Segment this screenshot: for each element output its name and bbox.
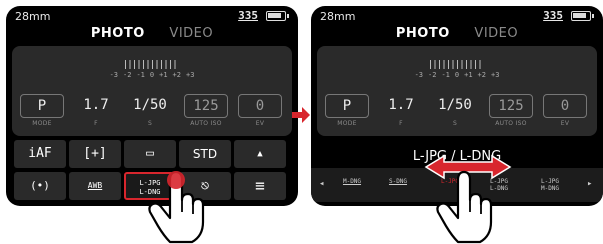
af-mode-button[interactable]: iAF (14, 140, 66, 168)
format-option[interactable]: L-JPG M-DNG (537, 178, 563, 192)
param-label: F (399, 120, 403, 127)
param-value: 1.7 (83, 97, 109, 113)
exposure-panel: -3 -2 -1 0 +1 +2 +3 P MODE 1.7 F 1/50 S 125… (317, 46, 597, 136)
metering-button[interactable]: (•) (14, 172, 66, 200)
param-label: EV (255, 120, 265, 127)
focal-length: 28mm (320, 10, 356, 23)
param-shutter[interactable]: 1/50 S (433, 94, 477, 127)
format-option[interactable]: M-DNG (337, 178, 367, 185)
param-label: AUTO ISO (495, 120, 527, 127)
mode-tabs: PHOTO VIDEO (6, 26, 298, 41)
param-value: 1/50 (438, 97, 472, 113)
tab-photo[interactable]: PHOTO (396, 26, 450, 41)
param-label: F (94, 120, 98, 127)
mode-tabs: PHOTO VIDEO (311, 26, 603, 41)
battery-icon (266, 11, 289, 21)
param-value: 125 (184, 94, 228, 118)
ev-tick-label: -2 (123, 71, 132, 79)
remaining-shots: 335 (238, 9, 258, 22)
format-option[interactable]: S-DNG (383, 178, 413, 185)
menu-button[interactable]: ≡ (234, 172, 286, 200)
param-ev[interactable]: 0 EV (543, 94, 587, 127)
status-bar: 28mm 335 (6, 6, 298, 28)
ev-tick-label: -1 (136, 71, 145, 79)
white-balance-button[interactable]: AWB (69, 172, 121, 200)
ev-ticks (430, 60, 484, 69)
ev-tick-label: +2 (477, 71, 486, 79)
param-label: EV (560, 120, 570, 127)
tab-photo[interactable]: PHOTO (91, 26, 145, 41)
chevron-left-icon[interactable]: ◂ (319, 179, 324, 189)
param-label: MODE (337, 120, 357, 127)
param-label: MODE (32, 120, 52, 127)
ev-tick-label: +1 (159, 71, 168, 79)
param-ev[interactable]: 0 EV (238, 94, 282, 127)
param-value: 125 (489, 94, 533, 118)
ev-tick-label: 0 (149, 71, 155, 79)
ev-tick-label: +1 (464, 71, 473, 79)
ev-tick-label: +3 (490, 71, 500, 79)
param-label: AUTO ISO (190, 120, 222, 127)
ev-tick-label: -2 (428, 71, 437, 79)
remaining-shots: 335 (543, 9, 563, 22)
af-field-button[interactable]: [+] (69, 140, 121, 168)
ev-tick-label: +2 (172, 71, 181, 79)
tab-video[interactable]: VIDEO (169, 26, 213, 41)
ev-tick-label: -3 (414, 71, 424, 79)
ev-tick-label: -3 (109, 71, 119, 79)
ev-tick-label: 0 (454, 71, 460, 79)
param-iso[interactable]: 125 AUTO ISO (489, 94, 533, 127)
ev-scale: -3 -2 -1 0 +1 +2 +3 (12, 60, 292, 79)
param-label: S (147, 120, 153, 127)
battery-icon (571, 11, 594, 21)
param-value: P (325, 94, 369, 118)
param-value: 0 (238, 94, 282, 118)
param-mode[interactable]: P MODE (325, 94, 369, 127)
film-style-button[interactable]: STD (179, 140, 231, 168)
param-value: 0 (543, 94, 587, 118)
ev-scale: -3 -2 -1 0 +1 +2 +3 (317, 60, 597, 79)
chevron-right-icon[interactable]: ▸ (587, 179, 592, 189)
drive-mode-button[interactable]: ▭ (124, 140, 176, 168)
ev-ticks (125, 60, 179, 69)
focal-length: 28mm (15, 10, 51, 23)
param-aperture[interactable]: 1.7 F (74, 94, 118, 127)
param-shutter[interactable]: 1/50 S (128, 94, 172, 127)
param-value: 1.7 (388, 97, 414, 113)
tab-video[interactable]: VIDEO (474, 26, 518, 41)
transition-arrow-icon (292, 107, 310, 123)
param-label: S (452, 120, 458, 127)
param-value: 1/50 (133, 97, 167, 113)
param-value: P (20, 94, 64, 118)
ev-tick-label: -1 (441, 71, 450, 79)
exposure-panel: -3 -2 -1 0 +1 +2 +3 P MODE 1.7 F 1/50 S 125… (12, 46, 292, 136)
param-aperture[interactable]: 1.7 F (379, 94, 423, 127)
status-bar: 28mm 335 (311, 6, 603, 28)
user-profile-button[interactable]: ▲ (234, 140, 286, 168)
ev-tick-label: +3 (185, 71, 195, 79)
hand-pointer-icon (148, 170, 205, 244)
param-mode[interactable]: P MODE (20, 94, 64, 127)
param-iso[interactable]: 125 AUTO ISO (184, 94, 228, 127)
hand-swipe-icon (436, 170, 493, 244)
